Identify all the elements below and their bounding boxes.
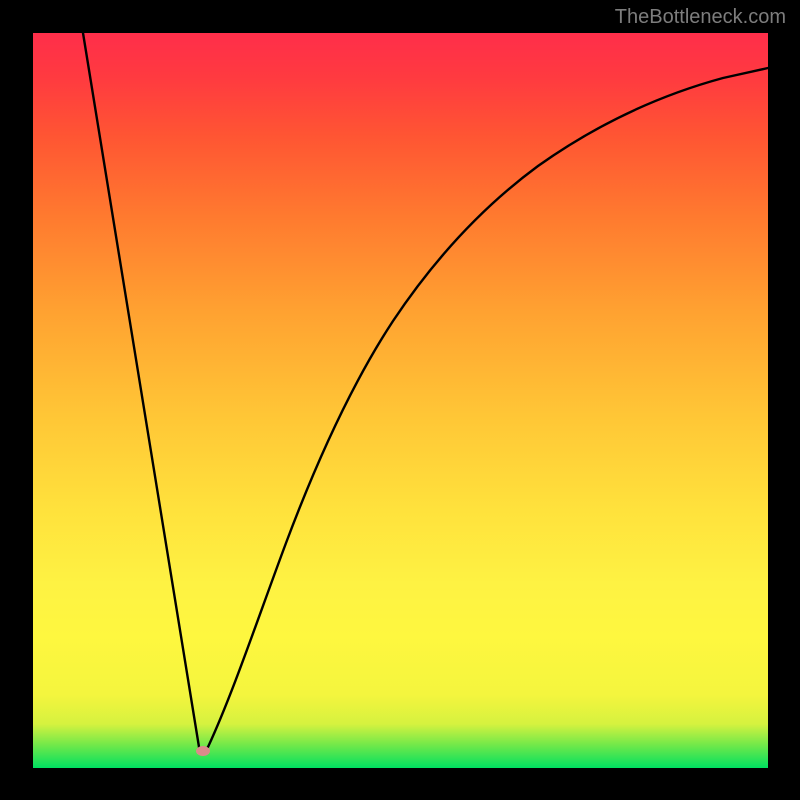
curve-path bbox=[83, 33, 768, 751]
chart-plot-area bbox=[33, 33, 768, 768]
bottleneck-curve bbox=[33, 33, 768, 768]
chart-frame: TheBottleneck.com bbox=[0, 0, 800, 800]
attribution-text: TheBottleneck.com bbox=[615, 6, 786, 29]
minimum-marker bbox=[196, 746, 210, 756]
